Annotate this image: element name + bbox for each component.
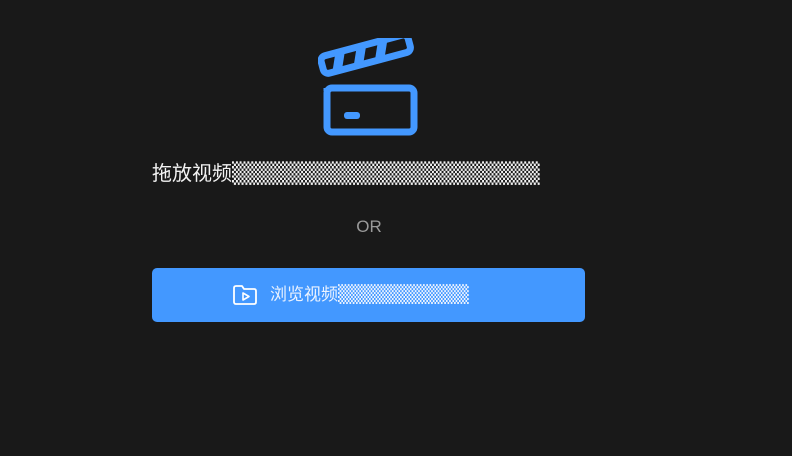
clapperboard-icon	[318, 38, 418, 136]
drop-video-label: 拖放视频▒▒▒▒▒▒▒▒▒▒▒▒▒▒▒▒▒▒▒▒	[152, 161, 540, 185]
or-separator: OR	[356, 217, 382, 236]
folder-video-icon	[233, 285, 257, 305]
upload-dropzone[interactable]: 拖放视频▒▒▒▒▒▒▒▒▒▒▒▒▒▒▒▒▒▒▒▒ OR 浏览视频▒▒▒▒▒▒▒▒…	[0, 0, 792, 456]
browse-video-label: 浏览视频▒▒▒▒▒▒▒▒▒▒	[270, 285, 469, 305]
browse-video-button[interactable]: 浏览视频▒▒▒▒▒▒▒▒▒▒	[152, 268, 585, 322]
